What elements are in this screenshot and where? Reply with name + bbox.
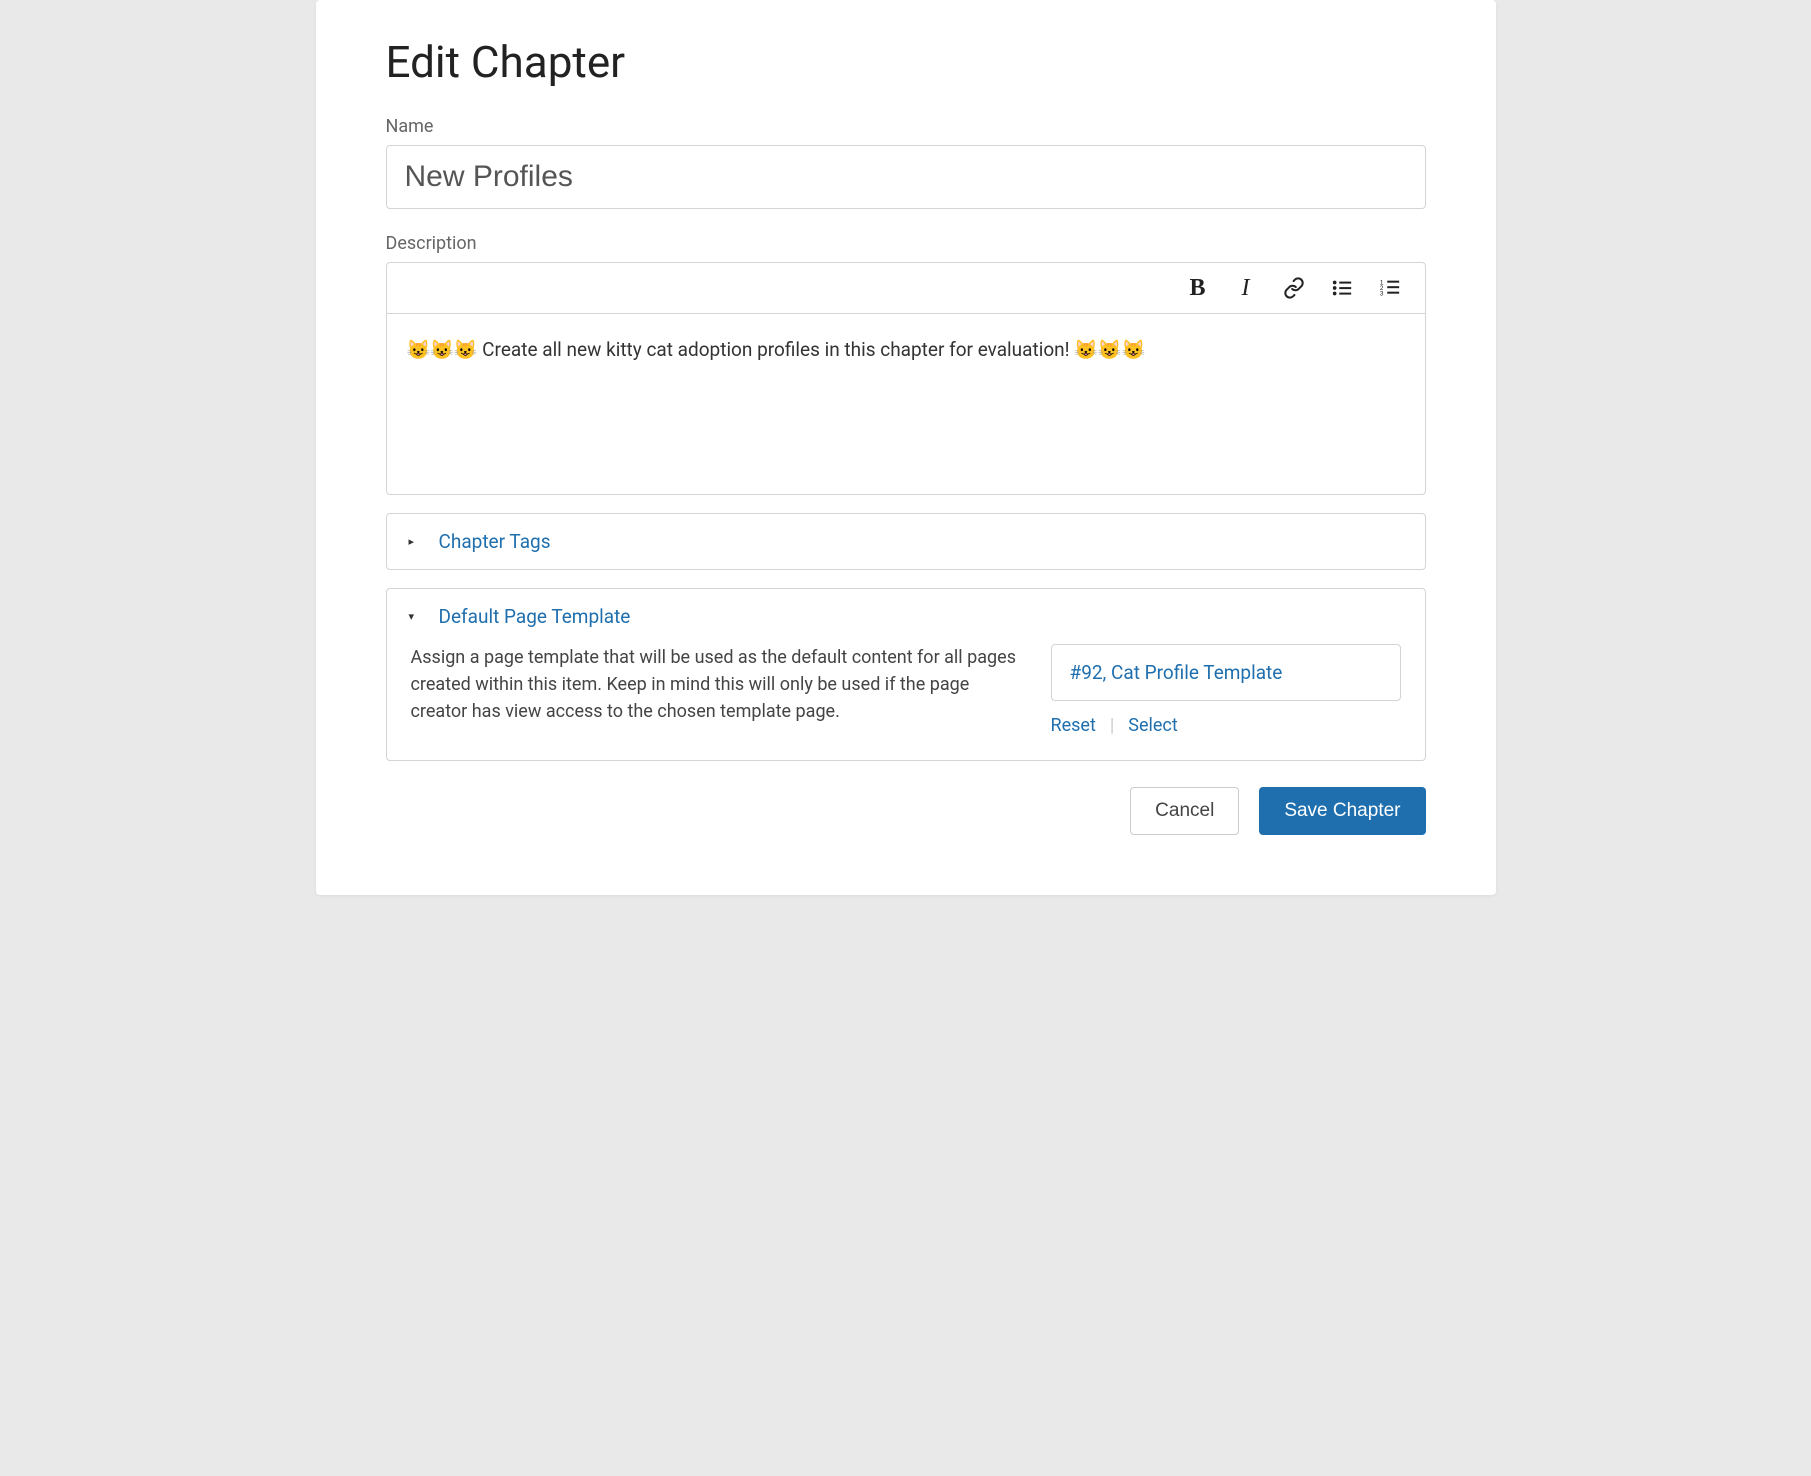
form-actions: Cancel Save Chapter <box>386 787 1426 835</box>
page-title: Edit Chapter <box>386 36 1426 88</box>
template-actions: Reset | Select <box>1051 715 1401 736</box>
default-template-body: Assign a page template that will be used… <box>387 644 1425 760</box>
description-editor: B I 1 2 3 <box>386 262 1426 495</box>
chapter-tags-title: Chapter Tags <box>439 530 551 553</box>
cancel-button[interactable]: Cancel <box>1130 787 1239 835</box>
description-label: Description <box>386 233 1426 254</box>
caret-down-icon: ▾ <box>409 610 421 623</box>
name-input[interactable] <box>386 145 1426 209</box>
save-button[interactable]: Save Chapter <box>1259 787 1425 835</box>
default-template-title: Default Page Template <box>439 605 631 628</box>
default-template-panel: ▾ Default Page Template Assign a page te… <box>386 588 1426 761</box>
separator: | <box>1110 715 1114 736</box>
chapter-tags-panel: ▸ Chapter Tags <box>386 513 1426 570</box>
bullet-list-icon[interactable] <box>1329 273 1355 303</box>
default-template-description: Assign a page template that will be used… <box>411 644 1017 725</box>
caret-right-icon: ▸ <box>409 535 421 548</box>
bold-icon[interactable]: B <box>1185 273 1211 303</box>
description-textarea[interactable]: 😺😺😺 Create all new kitty cat adoption pr… <box>387 314 1425 494</box>
default-template-toggle[interactable]: ▾ Default Page Template <box>387 589 1425 644</box>
link-icon[interactable] <box>1281 273 1307 303</box>
name-label: Name <box>386 116 1426 137</box>
editor-toolbar: B I 1 2 3 <box>387 263 1425 314</box>
select-template-link[interactable]: Select <box>1128 715 1177 736</box>
edit-chapter-card: Edit Chapter Name Description B I <box>316 0 1496 895</box>
template-selector-column: #92, Cat Profile Template Reset | Select <box>1051 644 1401 736</box>
selected-template-box[interactable]: #92, Cat Profile Template <box>1051 644 1401 701</box>
numbered-list-icon[interactable]: 1 2 3 <box>1377 273 1403 303</box>
svg-text:3: 3 <box>1379 290 1383 297</box>
reset-template-link[interactable]: Reset <box>1051 715 1096 736</box>
chapter-tags-toggle[interactable]: ▸ Chapter Tags <box>387 514 1425 569</box>
italic-icon[interactable]: I <box>1233 273 1259 303</box>
